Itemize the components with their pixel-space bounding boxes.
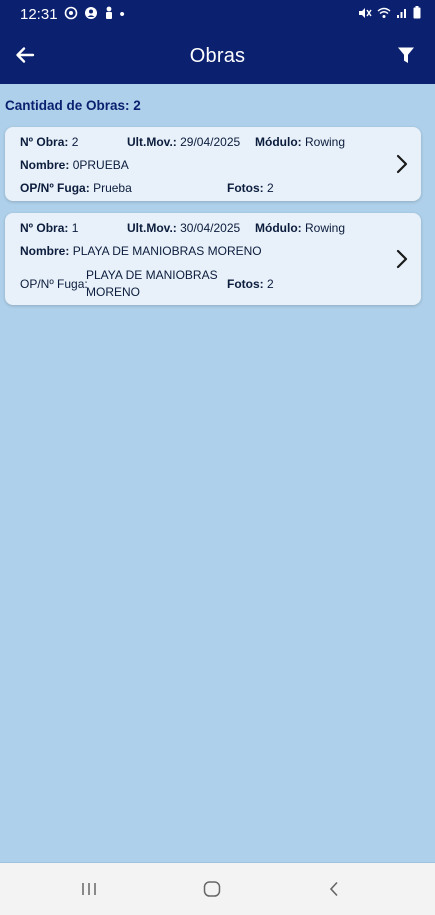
modulo-label: Módulo: bbox=[255, 135, 302, 149]
op-fuga-value-line1: PLAYA DE MANIOBRAS bbox=[86, 268, 218, 282]
system-nav-bar bbox=[0, 862, 435, 915]
nombre-value: PLAYA DE MANIOBRAS MORENO bbox=[72, 244, 262, 258]
op-fuga-value: Prueba bbox=[93, 181, 132, 195]
chevron-right-icon[interactable] bbox=[393, 247, 411, 271]
fotos: Fotos: 2 bbox=[227, 181, 274, 195]
obra-number: Nº Obra: 2 bbox=[20, 135, 78, 149]
account-icon bbox=[84, 6, 98, 23]
obras-count: Cantidad de Obras: 2 bbox=[5, 98, 141, 113]
nombre-value: 0PRUEBA bbox=[72, 158, 129, 172]
obra-number-value: 1 bbox=[71, 221, 79, 235]
modulo-value: Rowing bbox=[305, 221, 346, 235]
obra-card[interactable]: Nº Obra: 2 Ult.Mov.: 29/04/2025 Módulo: … bbox=[5, 127, 421, 201]
last-movement-value: 29/04/2025 bbox=[180, 135, 241, 149]
last-movement-value: 30/04/2025 bbox=[180, 221, 241, 235]
obra-number-label: Nº Obra: bbox=[20, 221, 69, 235]
modulo: Módulo: Rowing bbox=[255, 135, 345, 149]
mute-icon bbox=[358, 7, 372, 22]
status-right bbox=[358, 6, 421, 22]
back-button[interactable] bbox=[10, 40, 40, 70]
modulo-label: Módulo: bbox=[255, 221, 302, 235]
nombre: Nombre: PLAYA DE MANIOBRAS MORENO bbox=[20, 244, 262, 258]
funnel-icon bbox=[398, 47, 414, 63]
modulo: Módulo: Rowing bbox=[255, 221, 345, 235]
status-dot: • bbox=[119, 5, 125, 23]
op-fuga-value-line2: MORENO bbox=[86, 285, 140, 299]
fotos: Fotos: 2 bbox=[227, 277, 274, 291]
status-left: 12:31 • bbox=[20, 6, 125, 23]
nombre-label: Nombre: bbox=[20, 158, 70, 172]
recent-apps-button[interactable] bbox=[69, 875, 109, 903]
obra-card[interactable]: Nº Obra: 1 Ult.Mov.: 30/04/2025 Módulo: … bbox=[5, 213, 421, 305]
fotos-value: 2 bbox=[267, 181, 274, 195]
notification-icon bbox=[64, 6, 78, 23]
obra-number-value: 2 bbox=[71, 135, 79, 149]
modulo-value: Rowing bbox=[305, 135, 346, 149]
filter-button[interactable] bbox=[391, 40, 421, 70]
wifi-icon bbox=[377, 7, 391, 22]
app-bar: Obras bbox=[0, 28, 435, 84]
last-movement: Ult.Mov.: 30/04/2025 bbox=[127, 221, 240, 235]
obra-number-label: Nº Obra: bbox=[20, 135, 69, 149]
signal-icon bbox=[396, 7, 408, 22]
op-fuga: OP/Nº Fuga: Prueba bbox=[20, 181, 132, 195]
last-movement-label: Ult.Mov.: bbox=[127, 221, 177, 235]
battery-icon bbox=[413, 6, 421, 22]
home-button[interactable] bbox=[192, 875, 232, 903]
back-chevron-icon bbox=[329, 881, 338, 897]
arrow-left-icon bbox=[16, 47, 35, 63]
last-movement-label: Ult.Mov.: bbox=[127, 135, 177, 149]
last-movement: Ult.Mov.: 29/04/2025 bbox=[127, 135, 240, 149]
status-time: 12:31 bbox=[20, 5, 58, 23]
person-icon bbox=[104, 6, 114, 23]
nombre-label: Nombre: bbox=[20, 244, 70, 258]
fotos-label: Fotos: bbox=[227, 277, 264, 291]
status-bar: 12:31 • bbox=[0, 0, 435, 28]
back-nav-button[interactable] bbox=[314, 875, 354, 903]
fotos-value: 2 bbox=[267, 277, 274, 291]
op-fuga-label: OP/Nº Fuga: bbox=[20, 181, 90, 195]
obra-number: Nº Obra: 1 bbox=[20, 221, 78, 235]
recent-apps-icon bbox=[82, 883, 96, 895]
fotos-label: Fotos: bbox=[227, 181, 264, 195]
home-icon bbox=[203, 881, 221, 897]
page-title: Obras bbox=[189, 45, 246, 67]
op-fuga-label: OP/Nº Fuga: bbox=[20, 277, 88, 291]
chevron-right-icon[interactable] bbox=[393, 152, 411, 176]
nombre: Nombre: 0PRUEBA bbox=[20, 158, 129, 172]
